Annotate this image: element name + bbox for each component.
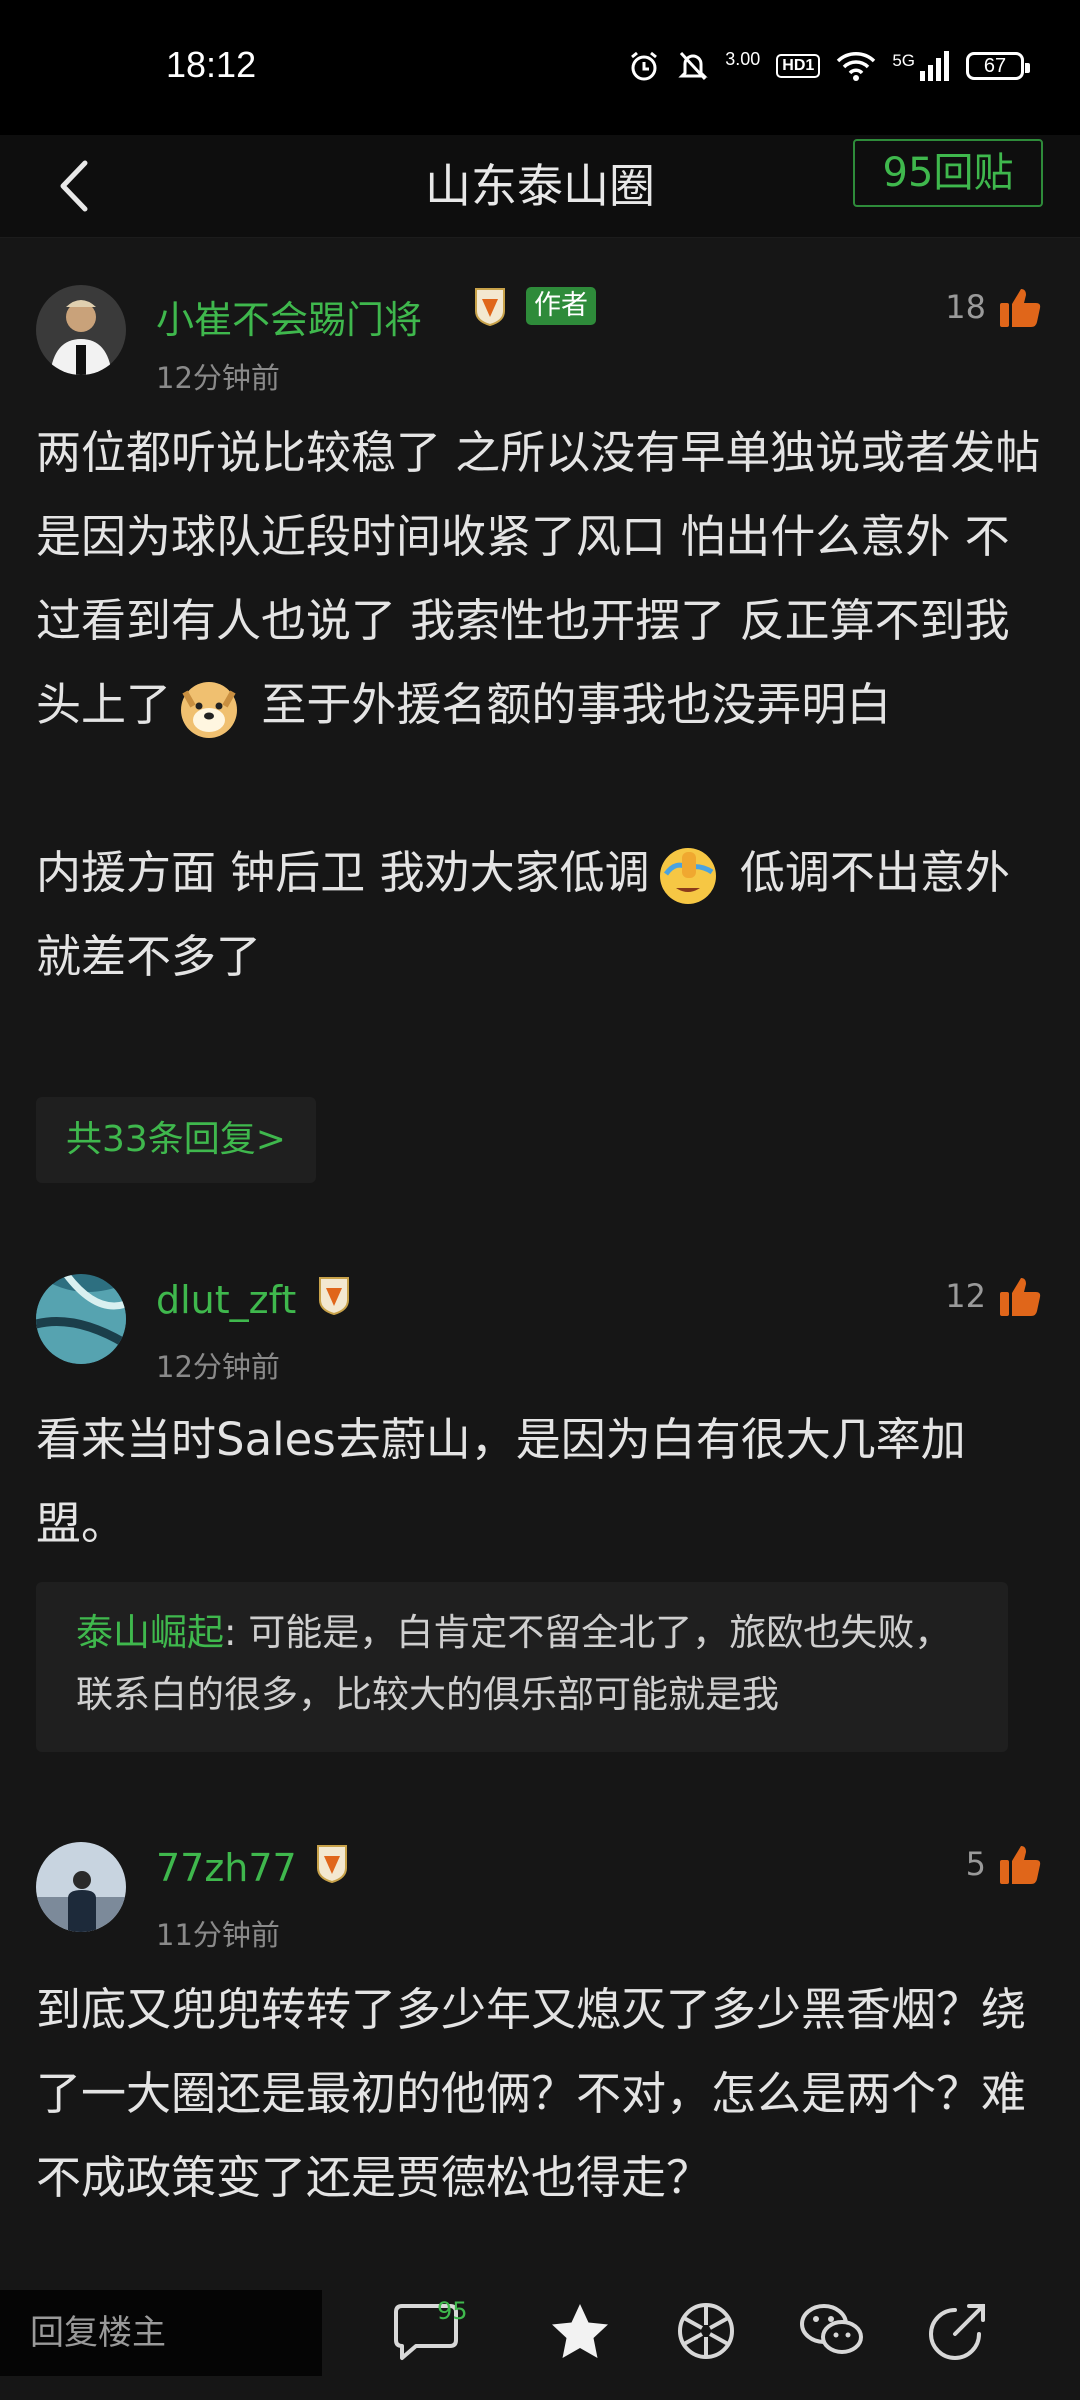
nav-bar: 山东泰山圈 95回贴 [0,135,1080,238]
avatar[interactable] [36,1274,126,1364]
wechat-icon [800,2304,863,2354]
alarm-icon [631,51,658,81]
status-icons: 3.00 HD1 5G 67 [627,46,1030,86]
wechat-share-button[interactable] [796,2295,868,2367]
comment-body: 看来当时Sales去蔚山，是因为白有很大几率加盟。 [36,1413,966,1550]
comment-username[interactable]: 77zh77 [156,1846,297,1890]
net-speed: 3.00 [725,49,761,69]
comment-count-badge: 95 [437,2297,468,2325]
comment-time: 12分钟前 [156,1350,280,1384]
bottom-action-bar: 回复楼主 95 [0,2265,1080,2400]
signal-icon [920,51,949,81]
facepalm-emoji-icon [659,848,716,904]
comment-time: 12分钟前 [156,361,280,395]
sub-reply-preview[interactable]: 泰山崛起: 可能是，白肯定不留全北了，旅欧也失败，联系白的很多，比较大的俱乐部可… [36,1582,1008,1752]
mute-icon [678,51,708,81]
like-count: 12 [945,1277,986,1315]
signal-indicator: 5G [892,51,950,81]
like-count: 18 [945,288,986,326]
comment-text-part: 至于外援名额的事我也没弄明白 [247,678,892,731]
like-button[interactable]: 12 [945,1272,1044,1320]
author-tag: 作者 [526,287,596,325]
comment-body: 到底又兜兜转转了多少年又熄灭了多少黑香烟？绕了一大圈还是最初的他俩？不对，怎么是… [36,1983,1027,2204]
thumbs-up-icon [1000,1846,1041,1884]
sub-reply-username: 泰山崛起 [76,1611,224,1654]
status-time: 18:12 [166,44,257,85]
battery-indicator: 67 [966,52,1030,80]
thumbs-up-icon [1000,1278,1041,1316]
reply-count-button[interactable]: 95回贴 [853,139,1043,207]
reply-input[interactable]: 回复楼主 [0,2290,322,2376]
view-replies-button[interactable]: 共33条回复> [36,1097,316,1183]
comment-body: 两位都听说比较稳了 之所以没有早单独说或者发帖是因为球队近段时间收紧了风口 怕出… [36,411,1046,999]
like-count: 5 [965,1845,986,1883]
comment-time: 11分钟前 [156,1918,280,1952]
share-arrow-icon [929,2304,985,2360]
comment-username[interactable]: 小崔不会踢门将 [156,289,422,344]
status-bar: 18:12 3.00 HD1 5G 67 [0,0,1080,135]
avatar[interactable] [36,285,126,375]
hd-badge: HD1 [776,54,821,78]
comment-username[interactable]: dlut_zft [156,1278,296,1322]
signal-label: 5G [892,51,915,70]
share-button[interactable] [922,2295,994,2367]
thumbs-up-icon [1000,289,1041,327]
doge-emoji-icon [181,682,238,738]
team-badge-icon [317,1845,347,1884]
like-button[interactable]: 5 [966,1840,1044,1888]
avatar[interactable] [36,1842,126,1932]
comment-text-part: 内援方面 钟后卫 我劝大家低调 [36,846,650,899]
wifi-icon [837,52,876,81]
like-button[interactable]: 18 [945,283,1044,331]
moments-share-button[interactable] [670,2295,742,2367]
team-badge-icon [319,1277,349,1316]
favorite-button[interactable] [544,2295,616,2367]
star-icon [552,2304,608,2358]
shutter-icon [678,2303,734,2359]
team-badge-icon [475,288,505,327]
